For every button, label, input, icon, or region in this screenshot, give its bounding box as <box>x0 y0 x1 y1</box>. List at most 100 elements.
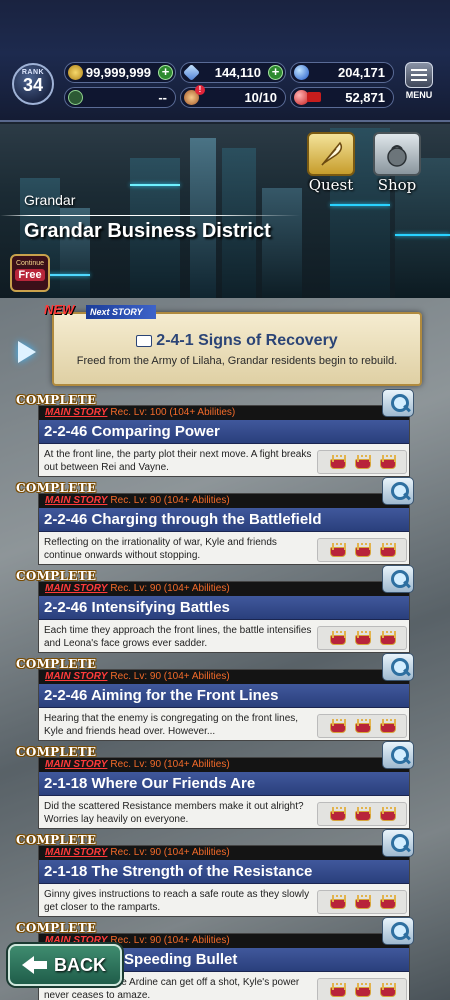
red-item-value: 52,871 <box>345 90 385 105</box>
crown-icon <box>354 719 371 733</box>
crown-icon <box>354 543 371 557</box>
crown-icon <box>354 983 371 997</box>
quest-label: Quest <box>308 176 354 194</box>
stat4-value: -- <box>158 90 167 105</box>
crown-icon <box>379 807 397 821</box>
recommended-level: Rec. Lv: 90 (104+ Abilities) <box>110 847 230 858</box>
quest-feather-icon <box>307 132 355 176</box>
story-description: At the front line, the party plot their … <box>44 449 312 473</box>
story-description: Ginny gives instructions to reach a safe… <box>44 889 310 913</box>
back-label: BACK <box>54 955 106 975</box>
main-story-tag: MAIN STORY <box>45 583 108 594</box>
story-card[interactable]: MAIN STORY Rec. Lv: 100 (104+ Abilities) 2… <box>38 405 410 477</box>
area-subtitle: Grandar <box>24 192 76 208</box>
back-arrow-icon <box>22 956 48 974</box>
recommended-level: Rec. Lv: 100 (104+ Abilities) <box>110 407 236 418</box>
shop-bag-icon <box>373 132 421 176</box>
story-card[interactable]: MAIN STORY Rec. Lv: 90 (104+ Abilities) 2-… <box>38 493 410 565</box>
continue-free-badge[interactable]: Continue Free <box>10 254 50 292</box>
blue-orb-icon <box>294 65 309 80</box>
next-story-tag: Next STORY <box>86 305 156 319</box>
main-story-tag: MAIN STORY <box>45 759 108 770</box>
crown-rating <box>317 714 407 738</box>
story-description: Did the scattered Resistance members mak… <box>44 801 304 825</box>
story-description: Hearing that the enemy is congregating o… <box>44 713 299 737</box>
main-story-tag: MAIN STORY <box>45 407 108 418</box>
magnifier-icon[interactable] <box>382 389 414 417</box>
story-meta: MAIN STORY Rec. Lv: 90 (104+ Abilities) <box>39 670 409 684</box>
menu-button[interactable]: MENU <box>402 62 436 106</box>
shop-button[interactable]: Shop <box>368 132 426 194</box>
main-story-tag: MAIN STORY <box>45 671 108 682</box>
shop-label: Shop <box>377 176 417 194</box>
story-title: 2-2-46 Intensifying Battles <box>39 596 409 620</box>
crown-icon <box>379 455 397 469</box>
story-title: 2-2-46 Charging through the Battlefield <box>39 508 409 532</box>
crown-rating <box>317 626 407 650</box>
magnifier-icon[interactable] <box>382 477 414 505</box>
recommended-level: Rec. Lv: 90 (104+ Abilities) <box>110 671 230 682</box>
story-card[interactable]: MAIN STORY Rec. Lv: 90 (104+ Abilities) 2-… <box>38 669 410 741</box>
crown-icon <box>379 983 397 997</box>
stamina-value: 10/10 <box>244 90 277 105</box>
selected-arrow-icon <box>18 341 36 363</box>
area-title: Grandar Business District <box>24 220 271 242</box>
quest-button[interactable]: Quest <box>302 132 360 194</box>
next-story-card[interactable]: 2-4-1 Signs of Recovery Freed from the A… <box>52 312 422 386</box>
stamina-counter: ! 10/10 <box>180 85 286 108</box>
crown-rating <box>317 538 407 562</box>
rank-value: 34 <box>22 75 44 95</box>
gil-counter: 99,999,999 + <box>64 62 176 83</box>
crystal-counter: 144,110 + <box>180 62 286 83</box>
book-icon <box>136 334 153 347</box>
main-story-tag: MAIN STORY <box>45 847 108 858</box>
story-card[interactable]: MAIN STORY Rec. Lv: 90 (104+ Abilities) 2-… <box>38 845 410 917</box>
crown-rating <box>317 978 407 1000</box>
crown-icon <box>354 807 371 821</box>
crown-icon <box>329 895 346 909</box>
story-entry[interactable]: COMPLETE MAIN STORY Rec. Lv: 100 (104+ Abi… <box>0 389 450 479</box>
story-entry[interactable]: COMPLETE MAIN STORY Rec. Lv: 90 (104+ Abil… <box>0 565 450 655</box>
story-entry[interactable]: COMPLETE MAIN STORY Rec. Lv: 90 (104+ Abil… <box>0 741 450 831</box>
blue-orb-value: 204,171 <box>338 65 385 80</box>
rank-badge[interactable]: RANK 34 <box>12 63 54 105</box>
story-title: 2-1-18 Where Our Friends Are <box>39 772 409 796</box>
crown-icon <box>379 631 397 645</box>
story-title: 2-2-46 Aiming for the Front Lines <box>39 684 409 708</box>
red-item-counter: 52,871 <box>290 87 394 108</box>
story-card[interactable]: MAIN STORY Rec. Lv: 90 (104+ Abilities) 2-… <box>38 757 410 829</box>
crown-icon <box>329 631 346 645</box>
crown-icon <box>379 719 397 733</box>
magnifier-icon[interactable] <box>382 741 414 769</box>
crown-icon <box>329 543 346 557</box>
crown-rating <box>317 450 407 474</box>
magnifier-icon[interactable] <box>382 829 414 857</box>
crown-icon <box>329 983 346 997</box>
stamina-alert-badge: ! <box>195 85 205 95</box>
story-description: Each time they approach the front lines,… <box>44 625 312 649</box>
status-bar: RANK 34 99,999,999 + 144,110 + 204,171 -… <box>0 0 450 122</box>
recommended-level: Rec. Lv: 90 (104+ Abilities) <box>110 759 230 770</box>
magnifier-icon[interactable] <box>382 653 414 681</box>
compass-icon <box>68 90 83 105</box>
story-meta: MAIN STORY Rec. Lv: 90 (104+ Abilities) <box>39 494 409 508</box>
crown-icon <box>329 807 346 821</box>
next-story-title-row: 2-4-1 Signs of Recovery <box>54 332 420 350</box>
story-entry[interactable]: COMPLETE MAIN STORY Rec. Lv: 90 (104+ Abil… <box>0 829 450 919</box>
story-entry[interactable]: COMPLETE MAIN STORY Rec. Lv: 90 (104+ Abil… <box>0 477 450 567</box>
back-button[interactable]: BACK <box>8 944 122 986</box>
magnifier-icon[interactable] <box>382 917 414 945</box>
crown-icon <box>379 895 397 909</box>
story-entry[interactable]: COMPLETE MAIN STORY Rec. Lv: 90 (104+ Abil… <box>0 653 450 743</box>
gil-icon <box>68 65 83 80</box>
add-gil-button[interactable]: + <box>158 65 173 80</box>
continue-label: Continue <box>15 260 45 267</box>
story-card[interactable]: MAIN STORY Rec. Lv: 90 (104+ Abilities) 2-… <box>38 581 410 653</box>
add-crystal-button[interactable]: + <box>268 65 283 80</box>
menu-icon <box>405 62 433 88</box>
crystal-value: 144,110 <box>214 65 261 80</box>
story-meta: MAIN STORY Rec. Lv: 90 (104+ Abilities) <box>39 758 409 772</box>
magnifier-icon[interactable] <box>382 565 414 593</box>
menu-label: MENU <box>405 90 433 100</box>
recommended-level: Rec. Lv: 90 (104+ Abilities) <box>110 495 230 506</box>
